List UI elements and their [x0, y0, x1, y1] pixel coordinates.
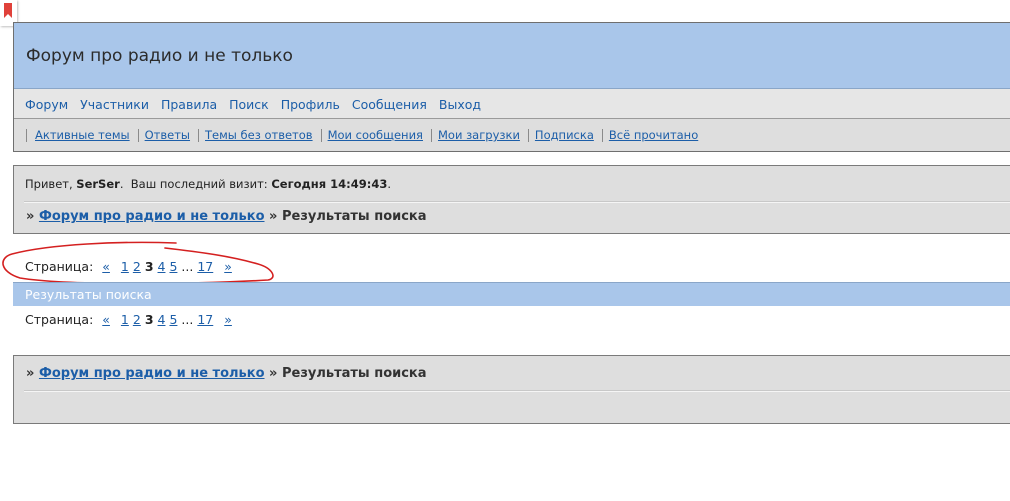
pagination-page-4[interactable]: 4 [158, 259, 166, 274]
pagination-last-page[interactable]: 17 [197, 259, 213, 274]
nav-search[interactable]: Поиск [229, 97, 269, 112]
pagination-prev[interactable]: « [102, 259, 110, 274]
pagination-page-1[interactable]: 1 [121, 312, 129, 327]
sub-nav-separator [320, 128, 322, 142]
pagination-prev[interactable]: « [102, 312, 110, 327]
breadcrumb: » Форум про радио и не только » Результа… [26, 209, 427, 224]
pagination-top: Страница: « 1 2 3 4 5... 17 » [25, 259, 237, 274]
last-visit-time: Сегодня 14:49:43 [271, 177, 388, 191]
nav-members[interactable]: Участники [80, 97, 149, 112]
breadcrumb: » Форум про радио и не только » Результа… [26, 366, 427, 381]
sub-nav-subscriptions[interactable]: Подписка [535, 128, 594, 142]
sub-nav-unanswered[interactable]: Темы без ответов [205, 128, 313, 142]
pagination-current-page: 3 [144, 312, 154, 327]
breadcrumb-forum-link[interactable]: Форум про радио и не только [39, 209, 265, 224]
page: Форум про радио и не только Форум Участн… [0, 0, 1010, 501]
pagination-next[interactable]: » [224, 259, 232, 274]
greeting: Привет, SerSer. Ваш последний визит: Сег… [25, 177, 391, 191]
sub-nav-separator [601, 128, 603, 142]
sub-nav-mark-all-read[interactable]: Всё прочитано [609, 128, 698, 142]
breadcrumb-current: » Результаты поиска [269, 366, 427, 381]
footer-breadcrumb-panel: » Форум про радио и не только » Результа… [13, 355, 1010, 424]
sub-nav-replies[interactable]: Ответы [145, 128, 190, 142]
sub-nav-my-posts[interactable]: Мои сообщения [328, 128, 423, 142]
nav-profile[interactable]: Профиль [281, 97, 340, 112]
greeting-prefix: Привет, [25, 177, 73, 191]
nav-rules[interactable]: Правила [161, 97, 217, 112]
pagination-label: Страница: [25, 312, 94, 327]
pagination-bottom: Страница: « 1 2 3 4 5... 17 » [25, 312, 237, 327]
sub-nav-separator [527, 128, 529, 142]
pagination-page-4[interactable]: 4 [158, 312, 166, 327]
main-nav: Форум Участники Правила Поиск Профиль Со… [14, 89, 1010, 119]
results-header: Результаты поиска [13, 282, 1010, 306]
breadcrumb-arrow: » [26, 366, 35, 381]
divider [24, 201, 1010, 203]
breadcrumb-forum-link[interactable]: Форум про радио и не только [39, 366, 265, 381]
breadcrumb-current: » Результаты поиска [269, 209, 427, 224]
divider [24, 390, 1010, 392]
nav-forum[interactable]: Форум [25, 97, 68, 112]
pagination-page-5[interactable]: 5 [169, 312, 177, 327]
forum-header: Форум про радио и не только Форум Участн… [13, 22, 1010, 152]
pagination-last-page[interactable]: 17 [197, 312, 213, 327]
pagination-label: Страница: [25, 259, 94, 274]
sub-nav-active-topics[interactable]: Активные темы [35, 128, 130, 142]
nav-logout[interactable]: Выход [439, 97, 481, 112]
sub-nav-separator [26, 128, 27, 142]
sub-nav-separator [198, 128, 200, 142]
pagination-page-5[interactable]: 5 [169, 259, 177, 274]
pagination-ellipsis: ... [181, 312, 194, 327]
sub-nav-separator [430, 128, 432, 142]
pagination-ellipsis: ... [181, 259, 194, 274]
sub-nav-my-uploads[interactable]: Мои загрузки [438, 128, 520, 142]
forum-title: Форум про радио и не только [14, 23, 1010, 89]
pagination-page-2[interactable]: 2 [133, 259, 141, 274]
sub-nav-separator [137, 128, 139, 142]
pagination-current-page: 3 [144, 259, 154, 274]
pagination-page-2[interactable]: 2 [133, 312, 141, 327]
breadcrumb-arrow: » [26, 209, 35, 224]
sub-nav: Активные темы Ответы Темы без ответов Мо… [14, 119, 1010, 151]
pagination-page-1[interactable]: 1 [121, 259, 129, 274]
username: SerSer [76, 177, 120, 191]
user-info-panel: Привет, SerSer. Ваш последний визит: Сег… [13, 165, 1010, 234]
pagination-next[interactable]: » [224, 312, 232, 327]
nav-messages[interactable]: Сообщения [352, 97, 427, 112]
last-visit-label: Ваш последний визит: [130, 177, 268, 191]
